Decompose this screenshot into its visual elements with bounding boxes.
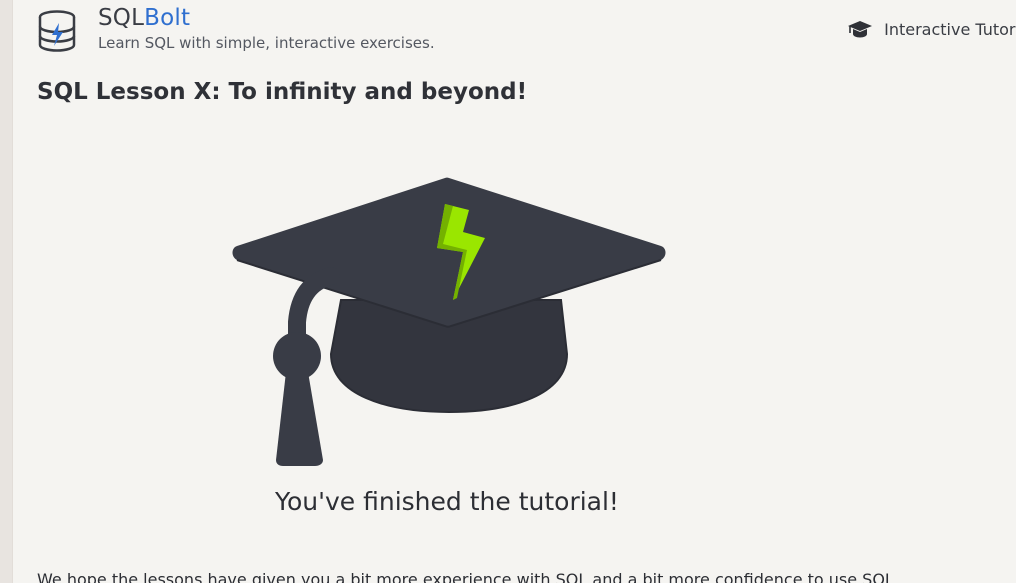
tutorial-finished-text: You've finished the tutorial! <box>275 487 619 516</box>
site-tagline: Learn SQL with simple, interactive exerc… <box>98 34 435 52</box>
interactive-tutorial-label: Interactive Tutorial <box>884 19 1016 39</box>
brand-bolt: Bolt <box>144 5 191 31</box>
graduation-cap-icon <box>848 21 872 38</box>
interactive-tutorial-link[interactable]: Interactive Tutorial <box>847 18 1016 42</box>
lesson-title: SQL Lesson X: To infinity and beyond! <box>37 79 528 105</box>
graduation-cap-bolt-icon <box>232 177 666 466</box>
brand-sql: SQL <box>98 5 145 31</box>
left-rail <box>0 0 13 583</box>
closing-paragraph: We hope the lessons have given you a bit… <box>37 570 894 583</box>
site-brand[interactable]: SQLBolt <box>98 4 190 32</box>
site-header: SQLBolt Learn SQL with simple, interacti… <box>13 0 1016 62</box>
page: SQLBolt Learn SQL with simple, interacti… <box>13 0 1016 583</box>
database-bolt-icon[interactable] <box>37 10 77 52</box>
